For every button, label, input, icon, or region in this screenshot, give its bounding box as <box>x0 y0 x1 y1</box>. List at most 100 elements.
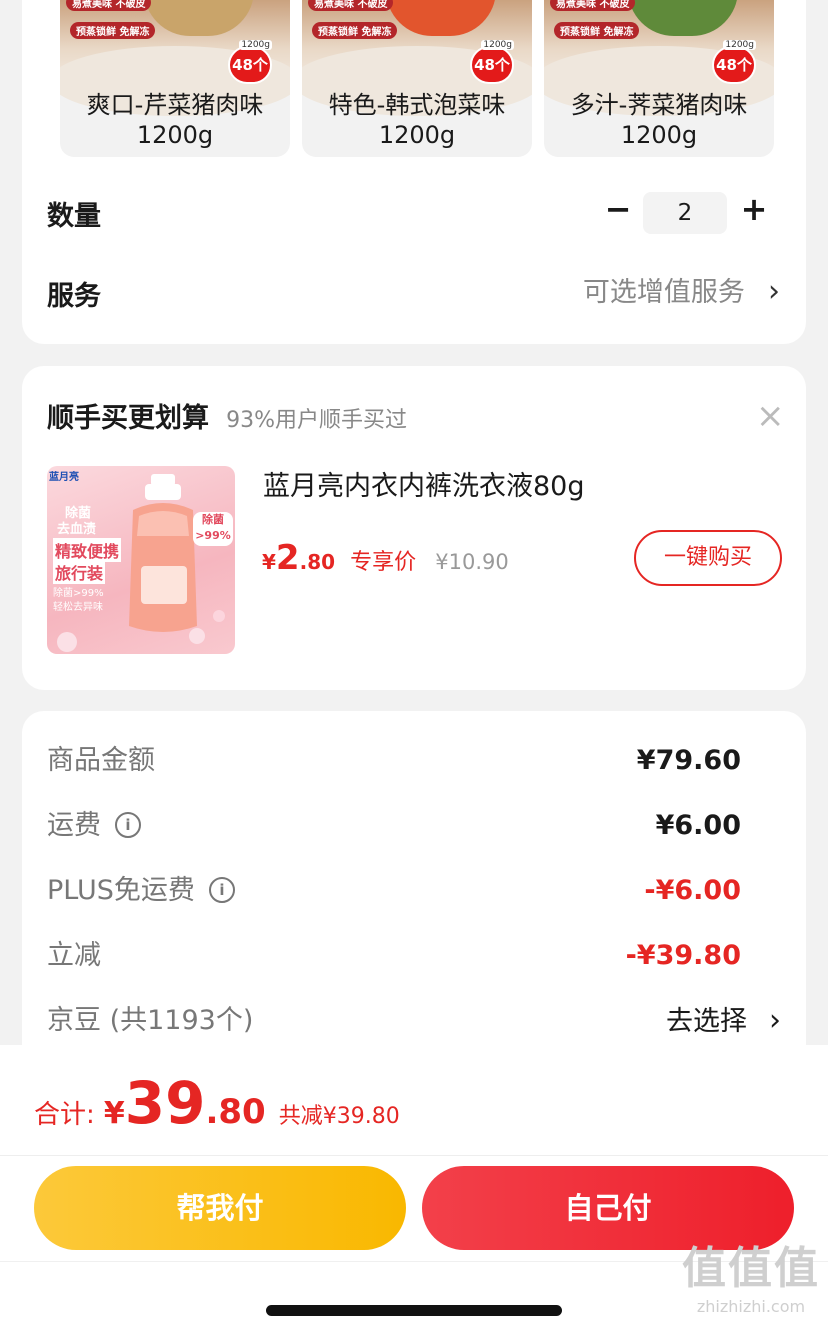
summary-value-text: 去选择 <box>666 1006 747 1037</box>
total-section: 合计: ¥39.80 共减¥39.80 <box>34 1069 400 1137</box>
watermark: 值值值 zhizhizhi.com <box>682 1241 820 1317</box>
weight-badge: 1200g <box>239 40 272 50</box>
variant-tag-1: 易煮美味 不破皮 <box>308 0 394 11</box>
filling-shape <box>628 0 738 36</box>
variant-label: 多汁-荠菜猪肉味 1200g <box>544 90 774 150</box>
info-icon[interactable]: i <box>208 876 235 903</box>
weight-badge: 1200g <box>723 40 756 50</box>
product-image-text-5: 除菌>99% <box>53 588 104 599</box>
variant-label: 爽口-芹菜猪肉味 1200g <box>60 90 290 150</box>
quantity-plus-button[interactable]: + <box>736 190 772 230</box>
summary-label-text: 运费 <box>47 810 101 841</box>
variant-image: 易煮美味 不破皮预蒸锁鲜 免解冻 48个 1200g <box>302 0 532 116</box>
service-label: 服务 <box>47 281 101 312</box>
addon-subtitle: 93%用户顺手买过 <box>226 408 407 433</box>
count-badge: 48个 <box>228 46 272 84</box>
product-image-text-6: 轻松去异味 <box>53 602 103 613</box>
summary-label-text: PLUS免运费 <box>47 875 195 906</box>
variant-weight: 1200g <box>620 121 698 149</box>
summary-row: 运费 i ¥6.00 <box>47 806 741 846</box>
brand-logo: 蓝月亮 <box>49 472 79 483</box>
service-value: 可选增值服务 <box>582 277 745 308</box>
summary-label-text: 京豆 (共1193个) <box>47 1005 254 1036</box>
summary-row: 立减 -¥39.80 <box>47 936 741 976</box>
variant-tag-2: 预蒸锁鲜 免解冻 <box>554 22 640 39</box>
price-integer: 2 <box>275 538 300 578</box>
chevron-right-icon: › <box>769 1003 781 1038</box>
price-currency: ¥ <box>262 550 276 574</box>
info-icon[interactable]: i <box>115 811 141 838</box>
variant-label: 特色-韩式泡菜味 1200g <box>302 90 532 150</box>
product-image-text-4: 旅行装 <box>53 560 106 584</box>
summary-row: PLUS免运费 i -¥6.00 <box>47 871 741 911</box>
service-selector[interactable]: 可选增值服务 › <box>583 272 780 312</box>
total-label: 合计: <box>34 1100 95 1130</box>
quantity-minus-button[interactable]: − <box>600 190 636 230</box>
home-indicator[interactable] <box>266 1305 562 1316</box>
variant-option[interactable]: 易煮美味 不破皮 预蒸锁鲜 免解冻 48个 1200g 多汁-荠菜猪肉味 1200g <box>544 0 774 157</box>
variant-name: 多汁-荠菜猪肉味 <box>570 91 748 119</box>
badge-line-1: 除菌 <box>202 513 224 526</box>
chevron-right-icon: › <box>768 274 780 309</box>
quantity-input[interactable]: 2 <box>643 192 727 234</box>
product-image-text-3: 精致便携 <box>53 538 122 562</box>
count-badge: 48个 <box>470 46 514 84</box>
summary-label: 京豆 (共1193个) <box>47 1001 253 1041</box>
summary-label-text: 商品金额 <box>47 745 155 776</box>
total-integer: 39 <box>124 1069 206 1137</box>
addon-price: ¥2.80 专享价 ¥10.90 <box>262 538 509 578</box>
summary-label: 商品金额 <box>47 741 155 781</box>
product-image-badge: 除菌 >99% <box>193 512 233 546</box>
addon-product-name[interactable]: 蓝月亮内衣内裤洗衣液80g <box>263 464 585 503</box>
one-click-buy-button[interactable]: 一键购买 <box>634 530 782 586</box>
summary-value: ¥6.00 <box>655 810 741 841</box>
variant-tag-2: 预蒸锁鲜 免解冻 <box>70 22 156 39</box>
variant-image: 易煮美味 不破皮预蒸锁鲜 免解冻 48个 1200g <box>544 0 774 116</box>
addon-card: 顺手买更划算 93%用户顺手买过 × 蓝月亮 除菌 去血渍 精致便携 旅行装 除… <box>22 366 806 690</box>
weight-badge: 1200g <box>481 40 514 50</box>
variant-weight: 1200g <box>378 121 456 149</box>
addon-title: 顺手买更划算 93%用户顺手买过 <box>47 396 407 435</box>
count-badge: 48个 <box>712 46 756 84</box>
watermark-site: zhizhizhi.com <box>696 1297 806 1316</box>
footer-divider <box>0 1155 828 1156</box>
price-decimal: .80 <box>299 550 336 574</box>
summary-value: -¥6.00 <box>644 875 741 906</box>
addon-title-text: 顺手买更划算 <box>47 403 209 434</box>
price-summary-card: 商品金额 ¥79.60 运费 i ¥6.00 PLUS免运费 i -¥6.00 立减 -¥39.8… <box>22 711 806 1071</box>
summary-label: 立减 <box>47 936 101 976</box>
variant-weight: 1200g <box>136 121 214 149</box>
variant-image: 易煮美味 不破皮预蒸锁鲜 免解冻 48个 1200g <box>60 0 290 116</box>
variant-option[interactable]: 易煮美味 不破皮 预蒸锁鲜 免解冻 48个 1200g 特色-韩式泡菜味 1200g <box>302 0 532 157</box>
close-icon[interactable]: × <box>756 396 785 436</box>
summary-value: ¥79.60 <box>636 745 741 776</box>
badge-line-2: >99% <box>195 529 231 542</box>
checkout-footer: 合计: ¥39.80 共减¥39.80 帮我付 自己付 值值值 zhizhizh… <box>0 1045 828 1334</box>
variant-tag-1: 易煮美味 不破皮 <box>66 0 152 11</box>
total-currency: ¥ <box>103 1096 125 1131</box>
product-image-text-2: 去血渍 <box>57 522 97 537</box>
summary-label: 运费 i <box>47 806 141 846</box>
variant-name: 特色-韩式泡菜味 <box>328 91 506 119</box>
variant-option[interactable]: 易煮美味 不破皮 预蒸锁鲜 免解冻 48个 1200g 爽口-芹菜猪肉味 1200g <box>60 0 290 157</box>
variant-tag-2: 预蒸锁鲜 免解冻 <box>312 22 398 39</box>
summary-label: PLUS免运费 i <box>47 871 235 911</box>
variant-tag-1: 易煮美味 不破皮 <box>550 0 636 11</box>
self-pay-button[interactable]: 自己付 <box>422 1166 794 1250</box>
addon-product-image[interactable]: 蓝月亮 除菌 去血渍 精致便携 旅行装 除菌>99% 轻松去异味 除菌 >99% <box>47 466 235 654</box>
help-pay-button[interactable]: 帮我付 <box>34 1166 406 1250</box>
summary-label-text: 立减 <box>47 940 101 971</box>
total-decimal: .80 <box>205 1092 266 1132</box>
product-options-card: 易煮美味 不破皮 预蒸锁鲜 免解冻 48个 1200g 爽口-芹菜猪肉味 1200g 易煮美… <box>22 0 806 344</box>
variant-name: 爽口-芹菜猪肉味 <box>86 91 264 119</box>
summary-value: -¥39.80 <box>625 940 741 971</box>
filling-shape <box>144 0 254 36</box>
summary-row: 商品金额 ¥79.60 <box>47 741 741 781</box>
price-note: 专享价 <box>350 550 417 575</box>
summary-value: 去选择 › <box>666 1001 781 1042</box>
watermark-logo: 值值值 <box>682 1243 820 1294</box>
original-price: ¥10.90 <box>435 550 509 574</box>
filling-shape <box>386 0 496 36</box>
summary-row[interactable]: 京豆 (共1193个) 去选择 › <box>47 1001 781 1041</box>
total-discount: 共减¥39.80 <box>278 1104 400 1129</box>
